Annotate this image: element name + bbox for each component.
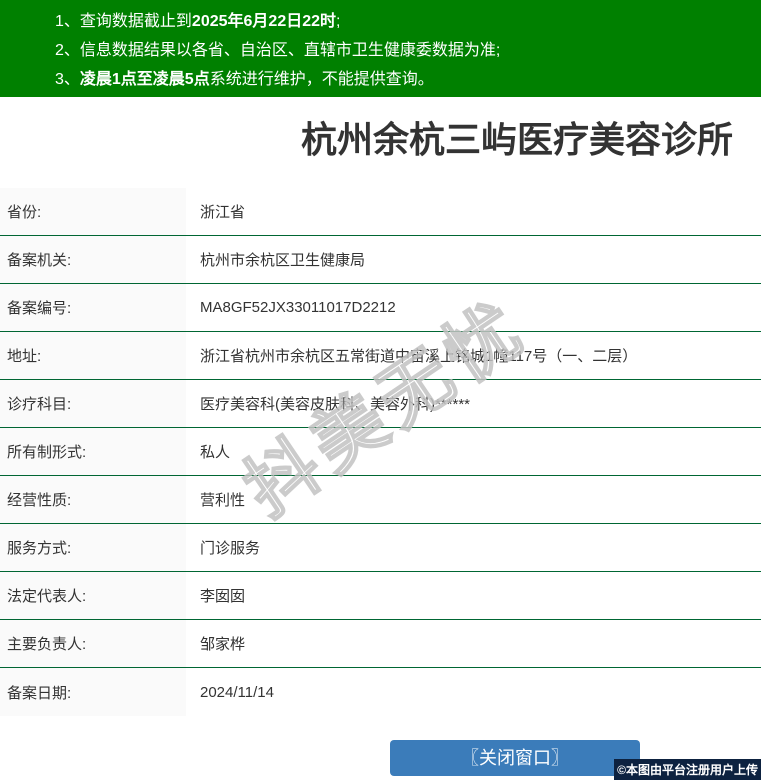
table-row-filing-number: 备案编号: MA8GF52JX33011017D2212 [0,284,761,332]
table-row-filing-authority: 备案机关: 杭州市余杭区卫生健康局 [0,236,761,284]
row-label: 所有制形式: [0,428,186,475]
table-row-service-mode: 服务方式: 门诊服务 [0,524,761,572]
notice-banner: 1、查询数据截止到2025年6月22日22时; 2、信息数据结果以各省、自治区、… [0,0,761,97]
table-row-business-nature: 经营性质: 营利性 [0,476,761,524]
notice-text: 信息数据结果以各省、自治区、直辖市卫生健康委数据为准; [79,42,501,59]
close-window-button[interactable]: 〖关闭窗口〗 [390,740,640,776]
table-row-address: 地址: 浙江省杭州市余杭区五常街道中宙溪上铭城1幢117号（一、二层） [0,332,761,380]
row-label: 法定代表人: [0,572,186,619]
page-title: 杭州余杭三屿医疗美容诊所 [300,119,733,160]
row-value: 营利性 [200,492,246,509]
notice-line-1: 1、查询数据截止到2025年6月22日22时; [0,7,761,36]
row-label: 省份: [0,188,186,235]
table-row-ownership-type: 所有制形式: 私人 [0,428,761,476]
row-value: 私人 [200,444,231,461]
row-value: 2024/11/14 [200,683,274,701]
notice-line-3: 3、凌晨1点至凌晨5点系统进行维护，不能提供查询。 [0,65,761,94]
table-row-legal-representative: 法定代表人: 李囡囡 [0,572,761,620]
row-value: MA8GF52JX33011017D2212 [200,299,396,316]
row-label: 经营性质: [0,476,186,523]
row-value: 浙江省杭州市余杭区五常街道中宙溪上铭城1幢117号（一、二层） [200,348,638,365]
notice-text-bold: 凌晨1点至凌晨5点 [79,71,210,88]
row-label: 备案编号: [0,284,186,331]
row-label: 地址: [0,332,186,379]
row-label: 备案日期: [0,668,186,716]
row-value: 邹家桦 [200,636,246,653]
row-label: 诊疗科目: [0,380,186,427]
row-value: 医疗美容科(美容皮肤科、美容外科)****** [200,396,471,413]
uploaded-by-user-badge: ©本图由平台注册用户上传 [614,759,761,780]
registration-info-table: 省份: 浙江省 备案机关: 杭州市余杭区卫生健康局 备案编号: MA8GF52J… [0,188,761,716]
row-label: 备案机关: [0,236,186,283]
table-row-treatment-subjects: 诊疗科目: 医疗美容科(美容皮肤科、美容外科)****** [0,380,761,428]
row-value: 浙江省 [200,204,246,221]
notice-number: 3、 [55,71,80,88]
row-label: 主要负责人: [0,620,186,667]
row-value: 杭州市余杭区卫生健康局 [200,252,366,269]
table-row-province: 省份: 浙江省 [0,188,761,236]
row-value: 李囡囡 [200,588,246,605]
notice-text: ; [336,13,341,30]
notice-text-bold: 2025年6月22日22时 [191,13,337,30]
notice-text: 系统进行维护，不能提供查询。 [209,71,434,88]
notice-number: 2、 [55,42,80,59]
notice-text: 查询数据截止到 [79,13,192,30]
notice-line-2: 2、信息数据结果以各省、自治区、直辖市卫生健康委数据为准; [0,36,761,65]
table-row-filing-date: 备案日期: 2024/11/14 [0,668,761,716]
table-row-main-person-in-charge: 主要负责人: 邹家桦 [0,620,761,668]
row-value: 门诊服务 [200,540,261,557]
row-label: 服务方式: [0,524,186,571]
notice-number: 1、 [55,13,80,30]
